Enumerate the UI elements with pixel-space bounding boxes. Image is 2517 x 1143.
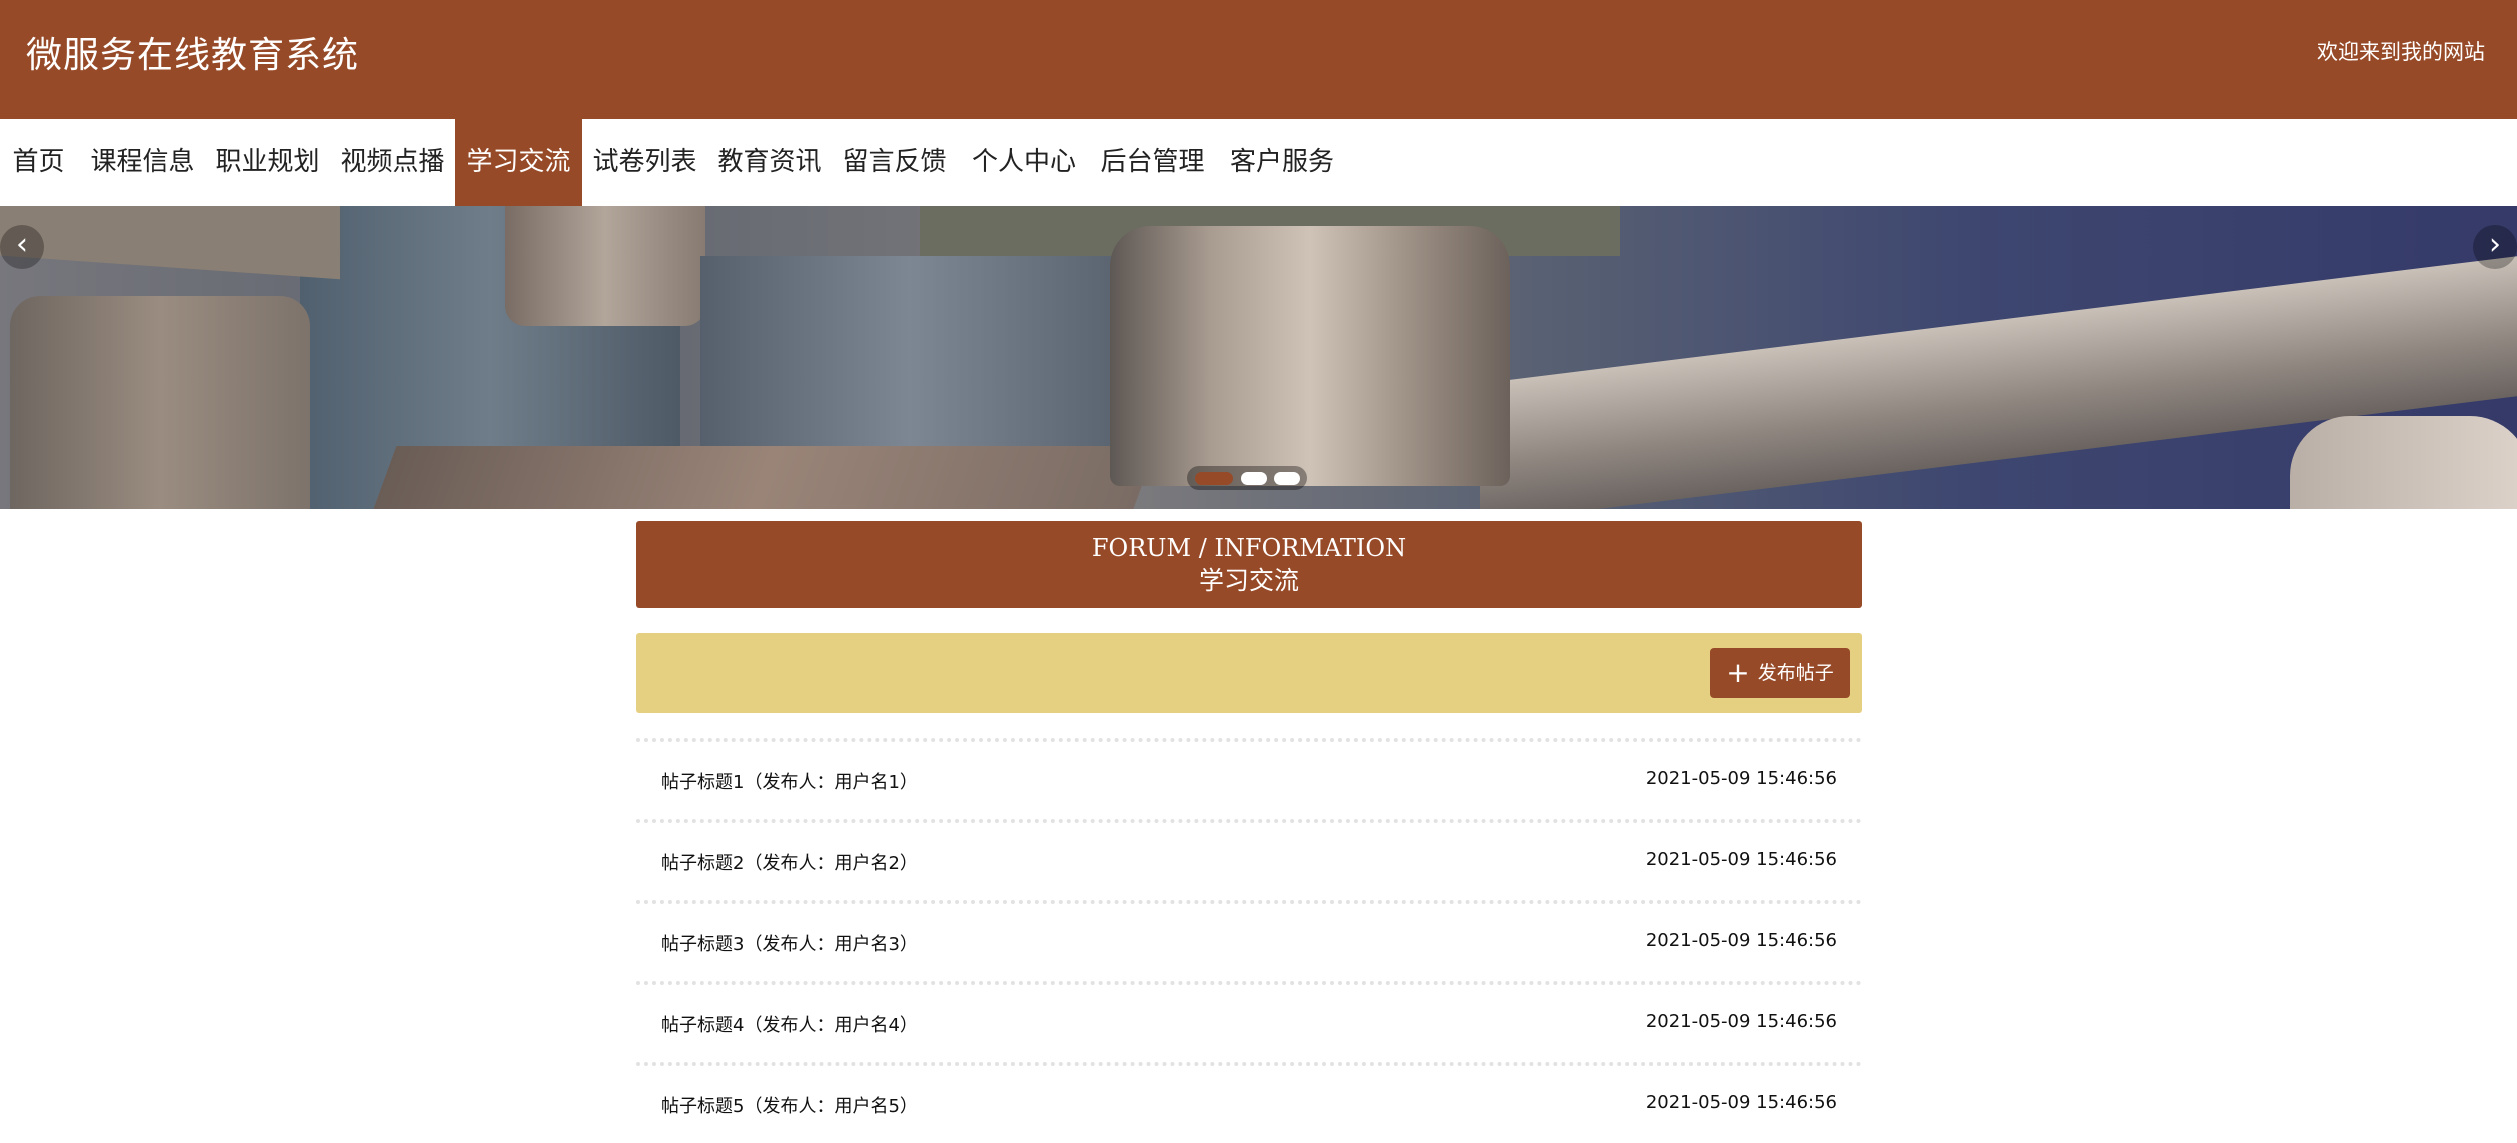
nav-item-home[interactable]: 首页 [0,119,77,206]
chevron-left-icon[interactable]: ‹ [0,225,44,269]
post-title[interactable]: 帖子标题3（发布人：用户名3） [661,930,918,956]
nav-item-admin[interactable]: 后台管理 [1090,119,1215,206]
nav-item-support[interactable]: 客户服务 [1218,119,1346,206]
new-post-label: 发布帖子 [1757,662,1834,684]
nav-item-feedback[interactable]: 留言反馈 [832,119,957,206]
section-title: FORUM / INFORMATION 学习交流 [636,521,1862,608]
post-title[interactable]: 帖子标题5（发布人：用户名5） [661,1092,918,1118]
banner-carousel: ‹ › [0,206,2517,509]
post-title[interactable]: 帖子标题2（发布人：用户名2） [661,849,918,875]
nav-item-profile[interactable]: 个人中心 [960,119,1088,206]
chevron-right-icon[interactable]: › [2473,225,2517,269]
carousel-dot-1[interactable] [1195,472,1233,485]
forum-toolbar: + 发布帖子 [636,633,1862,713]
site-title: 微服务在线教育系统 [26,35,360,76]
nav-item-career[interactable]: 职业规划 [205,119,330,206]
welcome-text: 欢迎来到我的网站 [2317,40,2485,64]
post-time: 2021-05-09 15:46:56 [1645,1092,1837,1113]
post-time: 2021-05-09 15:46:56 [1645,768,1837,789]
section-title-cn: 学习交流 [1198,566,1299,595]
list-item[interactable]: 帖子标题1（发布人：用户名1） 2021-05-09 15:46:56 [636,738,1862,819]
post-time: 2021-05-09 15:46:56 [1645,930,1837,951]
nav-item-forum[interactable]: 学习交流 [455,119,582,206]
post-list: 帖子标题1（发布人：用户名1） 2021-05-09 15:46:56 帖子标题… [636,738,1862,1143]
site-header: 微服务在线教育系统 欢迎来到我的网站 [0,0,2517,119]
carousel-dot-2[interactable] [1241,472,1267,485]
section-title-en: FORUM / INFORMATION [1091,534,1407,562]
post-time: 2021-05-09 15:46:56 [1645,849,1837,870]
list-item[interactable]: 帖子标题2（发布人：用户名2） 2021-05-09 15:46:56 [636,819,1862,900]
nav-item-video[interactable]: 视频点播 [330,119,455,206]
new-post-button[interactable]: + 发布帖子 [1710,648,1850,698]
carousel-indicators [1187,466,1307,490]
plus-icon: + [1726,656,1750,689]
nav-item-exams[interactable]: 试卷列表 [582,119,707,206]
list-item[interactable]: 帖子标题3（发布人：用户名3） 2021-05-09 15:46:56 [636,900,1862,981]
nav-item-news[interactable]: 教育资讯 [707,119,832,206]
main-nav: 首页 课程信息 职业规划 视频点播 学习交流 试卷列表 教育资讯 留言反馈 个人… [0,119,2517,206]
post-title[interactable]: 帖子标题4（发布人：用户名4） [661,1011,918,1037]
post-title[interactable]: 帖子标题1（发布人：用户名1） [661,768,918,794]
list-item[interactable]: 帖子标题5（发布人：用户名5） 2021-05-09 15:46:56 [636,1062,1862,1143]
post-time: 2021-05-09 15:46:56 [1645,1011,1837,1032]
list-item[interactable]: 帖子标题4（发布人：用户名4） 2021-05-09 15:46:56 [636,981,1862,1062]
nav-item-courses[interactable]: 课程信息 [80,119,205,206]
carousel-dot-3[interactable] [1274,472,1300,485]
